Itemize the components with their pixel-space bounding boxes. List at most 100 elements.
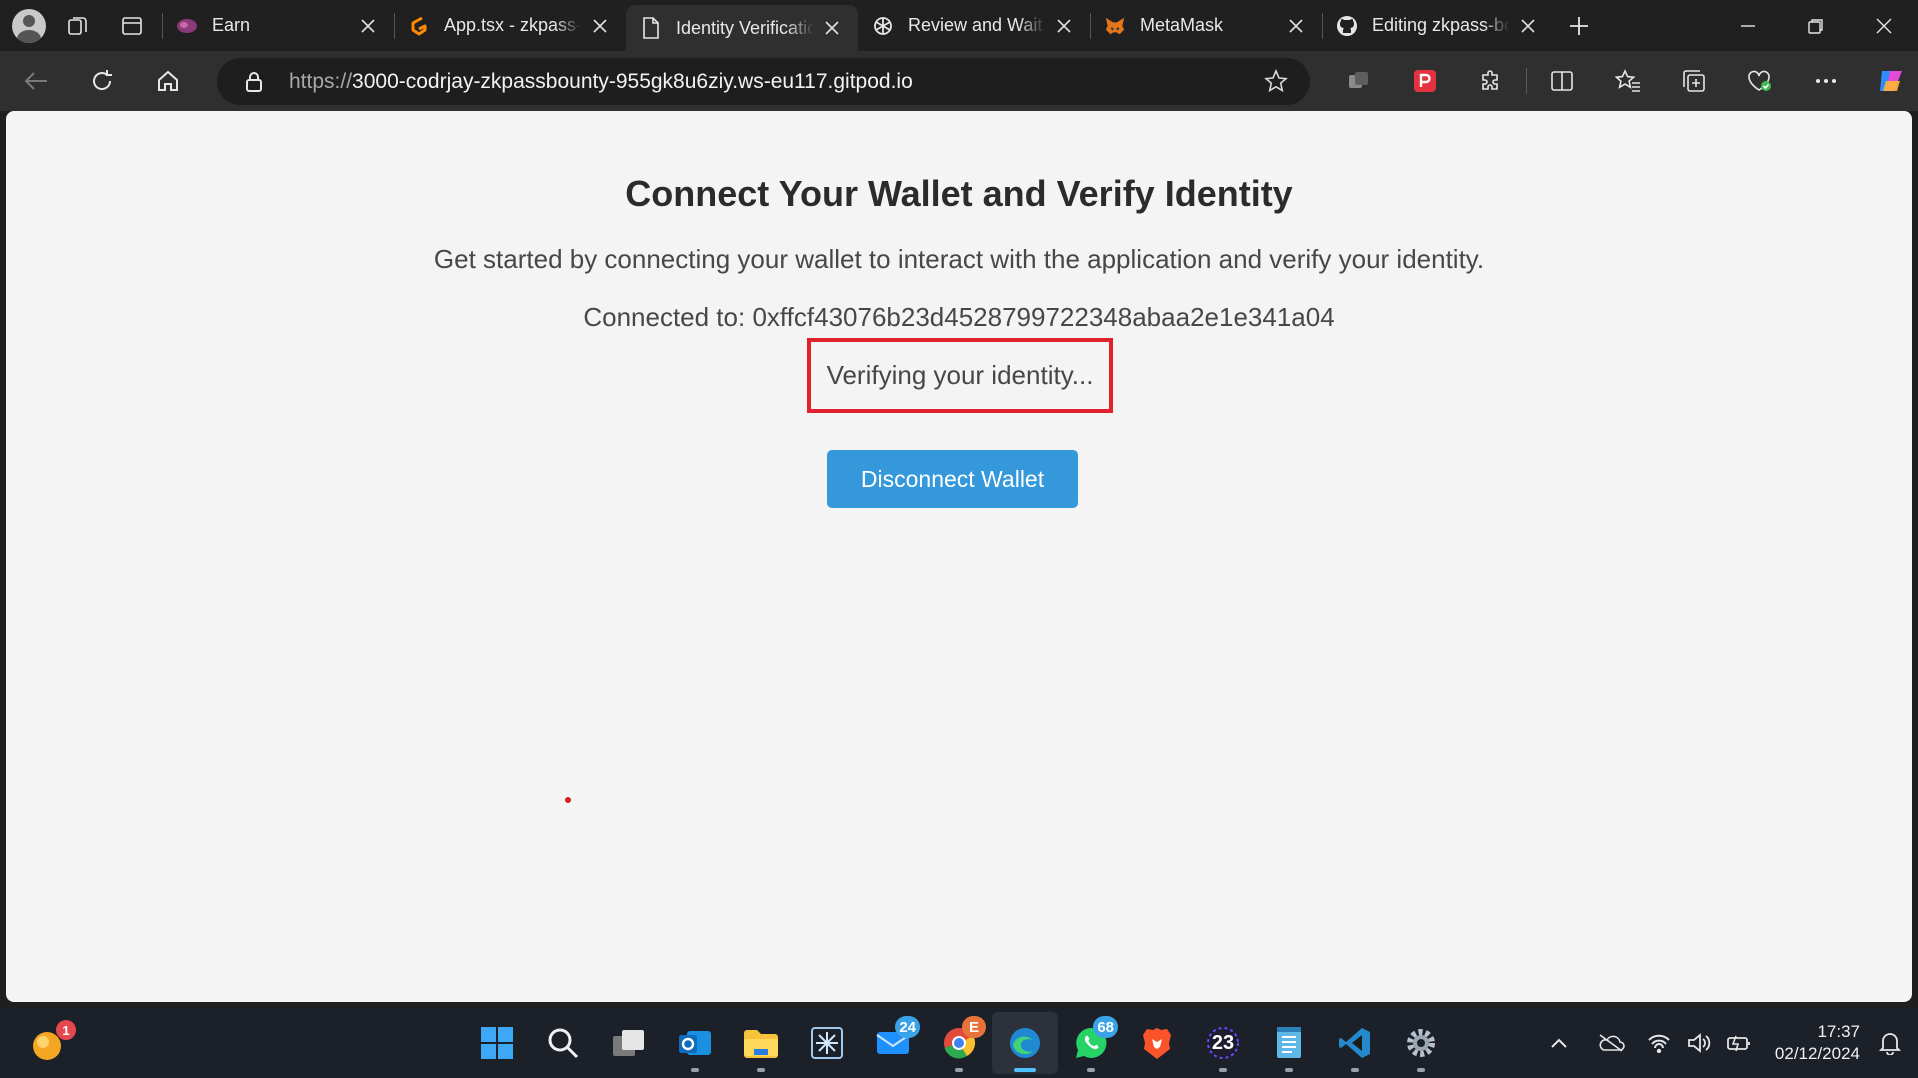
app-23[interactable]: 23: [1190, 1012, 1256, 1074]
verification-status-text: Verifying your identity...: [826, 360, 1094, 390]
clock-time: 17:37: [1817, 1022, 1860, 1041]
close-icon[interactable]: [1284, 14, 1308, 38]
tab-actions-icon[interactable]: [110, 4, 154, 48]
extensions-puzzle-icon[interactable]: [1458, 57, 1524, 105]
gitpod-favicon-icon: [408, 15, 430, 37]
more-options-icon[interactable]: [1793, 57, 1859, 105]
mail-app[interactable]: 24: [860, 1012, 926, 1074]
notification-bell-icon[interactable]: [1870, 1023, 1910, 1063]
window-controls: [1714, 0, 1918, 51]
tab-strip: Earn App.tsx - zkpass-bounty Identity Ve…: [0, 0, 1918, 51]
notepad-app[interactable]: [1256, 1012, 1322, 1074]
metamask-favicon-icon: [1104, 15, 1126, 37]
settings-app[interactable]: [1388, 1012, 1454, 1074]
close-window-button[interactable]: [1850, 0, 1918, 51]
profile-avatar[interactable]: [12, 8, 46, 43]
windows-icon: [481, 1027, 513, 1059]
refresh-button[interactable]: [72, 57, 132, 105]
page-favicon-icon: [640, 17, 662, 39]
start-button[interactable]: [464, 1012, 530, 1074]
edge-app[interactable]: [992, 1012, 1058, 1074]
tab-strip-left: [0, 0, 154, 51]
tab-list: Earn App.tsx - zkpass-bounty Identity Ve…: [162, 0, 1604, 51]
edge-icon: [1010, 1028, 1040, 1058]
collections-icon[interactable]: [1661, 57, 1727, 105]
onedrive-icon[interactable]: [1591, 1023, 1631, 1063]
tab-title: Identity Verification: [676, 17, 814, 38]
chrome-profile-badge: E: [962, 1016, 986, 1038]
chrome-app[interactable]: E: [926, 1012, 992, 1074]
outlook-app[interactable]: [662, 1012, 728, 1074]
plus-icon: [1570, 16, 1588, 35]
tab-earn[interactable]: Earn: [162, 0, 394, 51]
toolbar-icons: [1326, 57, 1918, 105]
restore-button[interactable]: [1782, 0, 1850, 51]
system-tray: 17:37 02/12/2024: [1539, 1008, 1918, 1078]
app-23-label: 23: [1211, 1031, 1235, 1054]
mail-badge: 24: [895, 1016, 920, 1038]
tab-metamask[interactable]: MetaMask: [1090, 0, 1322, 51]
gear-icon: [1407, 1029, 1435, 1057]
search-button[interactable]: [530, 1012, 596, 1074]
wifi-icon[interactable]: [1639, 1023, 1679, 1063]
back-button[interactable]: [6, 57, 66, 105]
task-view-button[interactable]: [596, 1012, 662, 1074]
close-icon[interactable]: [1052, 14, 1076, 38]
clock[interactable]: 17:37 02/12/2024: [1775, 1021, 1860, 1065]
copilot-icon[interactable]: [1859, 57, 1918, 105]
whatsapp-app[interactable]: 68: [1058, 1012, 1124, 1074]
new-tab-button[interactable]: [1554, 0, 1604, 51]
chevron-up-icon[interactable]: [1539, 1023, 1579, 1063]
tab-title: Review and Wait: [908, 15, 1043, 35]
earn-favicon-icon: [176, 15, 198, 37]
chatgpt-favicon-icon: [872, 15, 894, 37]
clock-date: 02/12/2024: [1774, 1044, 1860, 1063]
favorite-star-icon[interactable]: [1264, 68, 1288, 99]
close-icon[interactable]: [356, 14, 380, 38]
browser-essentials-icon[interactable]: [1727, 57, 1793, 105]
brave-app[interactable]: [1124, 1012, 1190, 1074]
page-subtitle: Get started by connecting your wallet to…: [433, 244, 1485, 274]
widgets-button[interactable]: 1: [30, 1020, 76, 1062]
workspaces-icon[interactable]: [56, 4, 100, 48]
back-arrow-icon: [24, 72, 47, 90]
close-icon[interactable]: [820, 16, 844, 40]
tab-title: Earn: [212, 15, 251, 35]
address-bar[interactable]: https://3000-codrjay-zkpassbounty-955gk8…: [217, 58, 1310, 105]
verification-status: Verifying your identity...: [807, 338, 1113, 413]
brave-lion-icon: [1143, 1028, 1171, 1059]
volume-icon[interactable]: [1679, 1023, 1719, 1063]
minimize-button[interactable]: [1714, 0, 1782, 51]
battery-icon[interactable]: [1719, 1023, 1759, 1063]
snipping-tool-app[interactable]: [794, 1012, 860, 1074]
cursor-dot: [565, 797, 571, 803]
split-screen-icon[interactable]: [1529, 57, 1595, 105]
url-scheme: https://: [289, 69, 353, 93]
extension-red-p-icon[interactable]: [1392, 57, 1458, 105]
file-explorer-app[interactable]: [728, 1012, 794, 1074]
vscode-app[interactable]: [1322, 1012, 1388, 1074]
tab-identity-verification[interactable]: Identity Verification: [626, 5, 858, 51]
home-button[interactable]: [138, 57, 198, 105]
disconnect-wallet-button[interactable]: Disconnect Wallet: [827, 450, 1078, 508]
tab-editing-zkpass[interactable]: Editing zkpass-bounty: [1322, 0, 1554, 51]
task-view-icon: [613, 1030, 644, 1056]
tab-review-and-wait[interactable]: Review and Wait: [858, 0, 1090, 51]
notepad-icon: [1277, 1027, 1301, 1058]
lock-icon[interactable]: [243, 71, 265, 93]
vscode-icon: [1339, 1028, 1370, 1058]
search-icon: [548, 1028, 579, 1059]
outlook-icon: [679, 1031, 711, 1055]
page-viewport: Connect Your Wallet and Verify Identity …: [6, 111, 1912, 1002]
extension-translate-icon[interactable]: [1326, 57, 1392, 105]
page-title: Connect Your Wallet and Verify Identity: [625, 173, 1293, 214]
tab-title: Editing zkpass-bounty: [1372, 15, 1510, 35]
tab-app-tsx[interactable]: App.tsx - zkpass-bounty: [394, 0, 626, 51]
favorites-icon[interactable]: [1595, 57, 1661, 105]
connected-address: Connected to: 0xffcf43076b23d45287997223…: [583, 302, 1335, 332]
close-icon[interactable]: [588, 14, 612, 38]
close-icon[interactable]: [1516, 14, 1540, 38]
home-icon: [158, 70, 178, 91]
navigation-bar: https://3000-codrjay-zkpassbounty-955gk8…: [0, 51, 1918, 111]
notification-badge: 1: [56, 1020, 76, 1040]
